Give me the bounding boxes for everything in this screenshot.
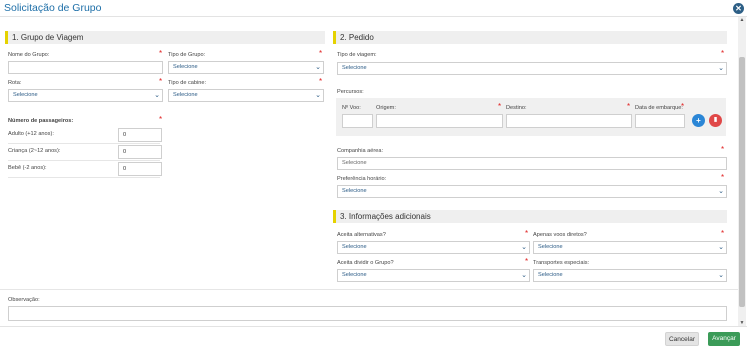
section-informacoes-header: 3. Informações adicionais — [333, 210, 727, 223]
modal-title: Solicitação de Grupo — [4, 2, 102, 14]
rota-select[interactable]: Selecione ⌄ — [8, 89, 163, 102]
chevron-down-icon: ⌄ — [718, 272, 724, 279]
destino-column-label: Destino: — [506, 105, 527, 111]
voos-diretos-select[interactable]: Selecione ⌄ — [533, 241, 727, 254]
chevron-down-icon: ⌄ — [315, 92, 321, 99]
aceita-alternativas-value: Selecione — [342, 244, 367, 250]
scroll-up-icon[interactable]: ▲ — [738, 17, 746, 23]
header-divider — [0, 16, 747, 17]
scrollbar[interactable]: ▲ ▼ — [738, 17, 746, 326]
observacao-divider — [0, 289, 738, 290]
transportes-label: Transportes especiais: — [533, 260, 590, 266]
add-route-icon[interactable]: + — [692, 114, 705, 127]
destino-input[interactable] — [506, 114, 632, 128]
chevron-down-icon: ⌄ — [521, 272, 527, 279]
crianca-label: Criança (2~12 anos): — [8, 148, 61, 154]
horario-value: Selecione — [342, 188, 367, 194]
required-asterisk: * — [319, 77, 323, 86]
tipo-viagem-value: Selecione — [342, 65, 367, 71]
required-asterisk: * — [721, 145, 725, 154]
bebe-label: Bebê (-2 anos): — [8, 165, 47, 171]
passageiro-row-bebe: Bebê (-2 anos): 0 — [8, 161, 162, 178]
tipo-viagem-label: Tipo de viagem: — [337, 52, 377, 58]
companhia-label: Companhia aérea: — [337, 148, 384, 154]
section-grupo-viagem-header: 1. Grupo de Viagem — [5, 31, 325, 44]
percursos-label: Percursos: — [337, 89, 364, 95]
required-asterisk: * — [721, 229, 725, 238]
next-button[interactable]: Avançar — [708, 332, 740, 346]
voo-column-label: Nº Voo: — [342, 105, 361, 111]
transportes-select[interactable]: Selecione ⌄ — [533, 269, 727, 282]
nome-grupo-input[interactable] — [8, 61, 163, 74]
required-asterisk: * — [319, 49, 323, 58]
chevron-down-icon: ⌄ — [154, 92, 160, 99]
chevron-down-icon: ⌄ — [315, 64, 321, 71]
chevron-down-icon: ⌄ — [718, 188, 724, 195]
dividir-grupo-select[interactable]: Selecione ⌄ — [337, 269, 530, 282]
required-asterisk: * — [525, 229, 529, 238]
aceita-alternativas-select[interactable]: Selecione ⌄ — [337, 241, 530, 254]
required-asterisk: * — [498, 102, 502, 111]
observacao-label: Observação: — [8, 297, 40, 303]
data-embarque-input[interactable] — [635, 114, 685, 128]
transportes-value: Selecione — [538, 272, 563, 278]
required-asterisk: * — [525, 257, 529, 266]
origem-column-label: Origem: — [376, 105, 396, 111]
chevron-down-icon: ⌄ — [718, 65, 724, 72]
data-embarque-column-label: Data de embarque: — [635, 105, 683, 111]
required-asterisk: * — [721, 173, 725, 182]
voo-input[interactable] — [342, 114, 373, 128]
trash-icon[interactable]: ▮ — [709, 114, 722, 127]
crianca-input[interactable]: 0 — [118, 145, 162, 159]
passageiros-table: Adulto (+12 anos): 0 Criança (2~12 anos)… — [8, 127, 162, 178]
adulto-input[interactable]: 0 — [118, 128, 162, 142]
tipo-viagem-select[interactable]: Selecione ⌄ — [337, 62, 727, 75]
required-asterisk: * — [681, 102, 685, 111]
voos-diretos-label: Apenas voos diretos? — [533, 232, 587, 238]
required-asterisk: * — [159, 77, 163, 86]
origem-input[interactable] — [376, 114, 503, 128]
rota-value: Selecione — [13, 92, 38, 98]
tipo-grupo-select[interactable]: Selecione ⌄ — [168, 61, 324, 74]
horario-select[interactable]: Selecione ⌄ — [337, 185, 727, 198]
scroll-thumb[interactable] — [739, 57, 745, 307]
chevron-down-icon: ⌄ — [521, 244, 527, 251]
aceita-alternativas-label: Aceita alternativas? — [337, 232, 386, 238]
tipo-cabine-select[interactable]: Selecione ⌄ — [168, 89, 324, 102]
dividir-grupo-value: Selecione — [342, 272, 367, 278]
nome-grupo-label: Nome do Grupo: — [8, 52, 50, 58]
passageiro-row-crianca: Criança (2~12 anos): 0 — [8, 144, 162, 161]
required-asterisk: * — [721, 49, 725, 58]
section-pedido-header: 2. Pedido — [333, 31, 727, 44]
observacao-textarea[interactable] — [8, 306, 727, 321]
voos-diretos-value: Selecione — [538, 244, 563, 250]
cancel-button[interactable]: Cancelar — [665, 332, 699, 346]
tipo-grupo-value: Selecione — [173, 64, 198, 70]
horario-label: Preferência horário: — [337, 176, 387, 182]
passageiros-label: Número de passageiros: — [8, 118, 74, 124]
companhia-input[interactable]: Selecione — [337, 157, 727, 170]
chevron-down-icon: ⌄ — [718, 244, 724, 251]
required-asterisk: * — [627, 102, 631, 111]
rota-label: Rota: — [8, 80, 22, 86]
tipo-cabine-label: Tipo de cabine: — [168, 80, 207, 86]
passageiro-row-adulto: Adulto (+12 anos): 0 — [8, 127, 162, 144]
required-asterisk: * — [159, 49, 163, 58]
bebe-input[interactable]: 0 — [118, 162, 162, 176]
tipo-grupo-label: Tipo de Grupo: — [168, 52, 206, 58]
tipo-cabine-value: Selecione — [173, 92, 198, 98]
close-icon[interactable]: ✕ — [733, 3, 744, 14]
adulto-label: Adulto (+12 anos): — [8, 131, 54, 137]
dividir-grupo-label: Aceita dividir o Grupo? — [337, 260, 394, 266]
footer-divider — [0, 326, 747, 327]
required-asterisk: * — [159, 115, 163, 124]
